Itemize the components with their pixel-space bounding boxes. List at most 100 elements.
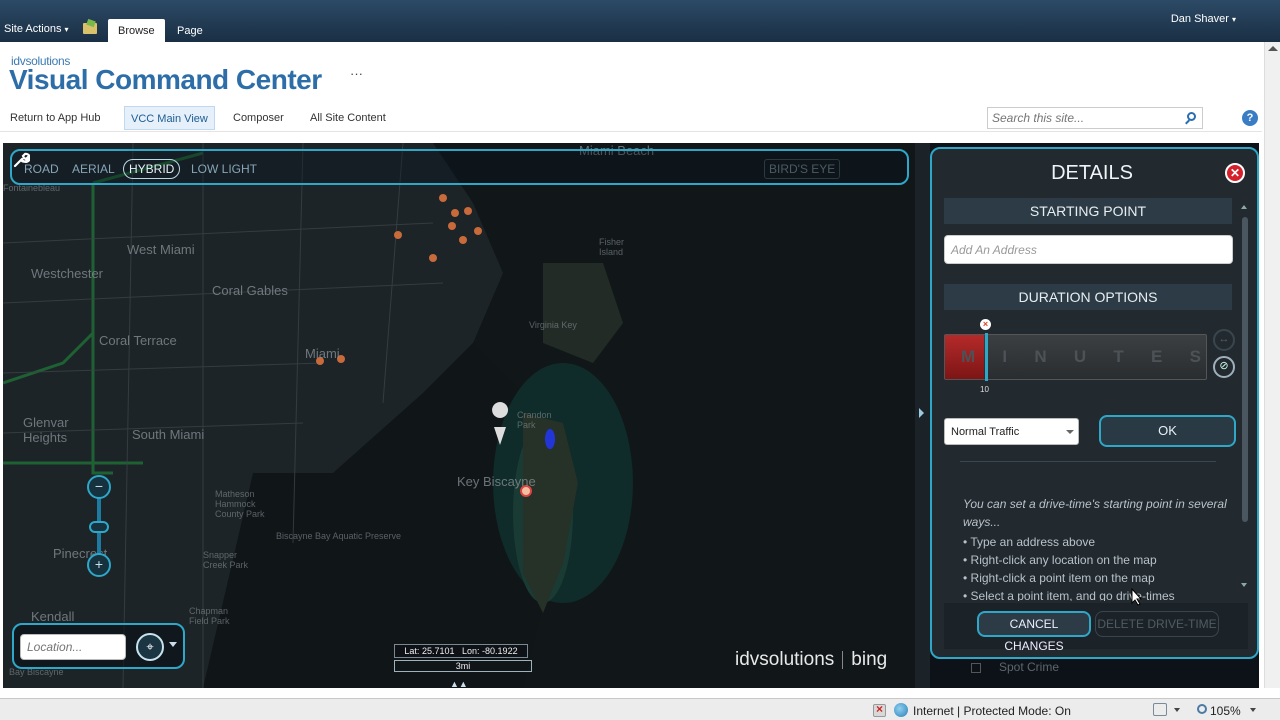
tab-page[interactable]: Page	[167, 19, 213, 42]
clear-icon[interactable]: ⊘	[1213, 356, 1235, 378]
zoom-slider-thumb[interactable]	[89, 521, 109, 533]
map-label: Miami	[305, 346, 340, 361]
slider-letter: I	[1002, 347, 1008, 366]
help-list: Type an address above Right-click any lo…	[963, 533, 1233, 601]
site-header: idvsolutions Visual Command Center ···	[0, 42, 1280, 104]
map-canvas[interactable]: Miami Beach West Miami Westchester Coral…	[3, 143, 915, 688]
zoom-in-button[interactable]: +	[87, 553, 111, 577]
list-item: Right-click any location on the map	[963, 551, 1233, 569]
map-label: Fisher Island	[599, 237, 625, 257]
slider-letter: U	[1073, 347, 1087, 366]
map-label: Coral Terrace	[99, 333, 177, 348]
more-menu[interactable]: ···	[350, 66, 363, 81]
delete-drive-time-button[interactable]: DELETE DRIVE-TIME	[1095, 611, 1219, 637]
chevron-right-icon[interactable]	[919, 408, 924, 418]
divider	[960, 461, 1216, 462]
site-actions-menu[interactable]: Site Actions ▾	[4, 23, 69, 35]
help-intro: You can set a drive-time's starting poin…	[963, 497, 1227, 529]
list-item: Spot Crime	[971, 660, 1059, 674]
user-menu[interactable]: Dan Shaver ▾	[1171, 13, 1236, 25]
locate-icon[interactable]: ⌖	[136, 633, 164, 661]
logo-divider	[842, 650, 844, 669]
expand-range-icon[interactable]: ↔	[1213, 329, 1235, 351]
map-mode-low-light[interactable]: LOW LIGHT	[187, 159, 261, 179]
traffic-select[interactable]: Normal Traffic	[944, 418, 1079, 445]
site-title[interactable]: Visual Command Center	[9, 64, 322, 96]
map-label: Chapman Field Park	[189, 606, 230, 626]
map-label: Key Biscayne	[457, 474, 536, 489]
search-icon[interactable]	[1187, 112, 1196, 121]
map-label: Glenvar Heights	[23, 415, 69, 445]
traffic-selected-value: Normal Traffic	[951, 426, 1020, 438]
scroll-up-icon[interactable]	[1268, 46, 1278, 51]
coordinate-readout: Lat: 25.7101 Lon: -80.1922 3mi	[394, 644, 532, 674]
security-zone[interactable]: Internet | Protected Mode: On	[913, 704, 1071, 718]
expand-up-icon[interactable]: ▲▲	[450, 679, 468, 688]
map-mode-aerial[interactable]: AERIAL	[68, 159, 119, 179]
help-text: You can set a drive-time's starting poin…	[963, 495, 1233, 601]
map-label: Kendall	[31, 609, 75, 624]
nav-composer[interactable]: Composer	[227, 106, 290, 130]
chevron-down-icon	[1066, 430, 1074, 434]
chevron-down-icon: ▾	[1231, 15, 1236, 24]
details-panel: DETAILS ✕ STARTING POINT Add An Address …	[930, 147, 1259, 659]
lon-label: Lon:	[462, 646, 480, 656]
map-label: South Miami	[132, 427, 205, 442]
lat-label: Lat:	[404, 646, 420, 656]
map-label: Westchester	[31, 266, 104, 281]
map-imagery	[3, 143, 633, 688]
location-input[interactable]	[20, 634, 126, 660]
zoom-out-button[interactable]: −	[87, 475, 111, 499]
lat-lon-readout: Lat: 25.7101 Lon: -80.1922	[394, 644, 528, 658]
map-label: West Miami	[127, 242, 195, 257]
search-input[interactable]	[988, 108, 1168, 128]
chevron-down-icon[interactable]	[1250, 708, 1256, 712]
tab-browse[interactable]: Browse	[108, 19, 165, 42]
lon-value: -80.1922	[482, 646, 518, 656]
map-mode-birds-eye[interactable]: BIRD'S EYE	[764, 159, 841, 179]
vcc-app: Miami Beach West Miami Westchester Coral…	[3, 143, 1259, 688]
ok-button[interactable]: OK	[1099, 415, 1236, 447]
cancel-changes-button[interactable]: CANCEL CHANGES	[977, 611, 1091, 653]
chevron-down-icon[interactable]	[1174, 708, 1180, 712]
scroll-up-icon[interactable]	[1241, 205, 1247, 209]
map-label: Crandon Park	[517, 410, 552, 430]
list-item: Type an address above	[963, 533, 1233, 551]
layer-checkbox[interactable]	[971, 662, 981, 673]
map-label: Virginia Key	[529, 320, 577, 330]
duration-slider[interactable]: M I N U T E S ×	[944, 319, 1207, 381]
section-starting-point: STARTING POINT	[944, 198, 1232, 224]
close-icon[interactable]: ✕	[1225, 163, 1245, 183]
blocked-content-icon[interactable]	[873, 702, 886, 717]
map-label: Matheson Hammock County Park	[215, 489, 265, 519]
page-scrollbar[interactable]	[1264, 42, 1280, 688]
bing-logo: bing	[851, 649, 888, 670]
site-actions-label: Site Actions	[4, 23, 62, 35]
help-icon[interactable]: ?	[1242, 110, 1258, 126]
navigate-up-icon[interactable]	[83, 23, 97, 34]
nav-return-to-app-hub[interactable]: Return to App Hub	[4, 106, 107, 130]
nav-vcc-main-view[interactable]: VCC Main View	[124, 106, 215, 130]
slider-letter: E	[1151, 347, 1163, 366]
tools-icon[interactable]	[1153, 703, 1167, 716]
remove-stop-icon[interactable]: ×	[980, 319, 991, 330]
chevron-down-icon[interactable]	[169, 642, 177, 647]
panel-splitter[interactable]	[915, 143, 930, 688]
zoom-icon[interactable]	[1197, 704, 1207, 714]
scrollbar-thumb[interactable]	[1242, 217, 1248, 522]
wrench-icon[interactable]	[12, 151, 30, 169]
map-label: Coral Gables	[212, 283, 288, 298]
lat-value: 25.7101	[421, 646, 455, 656]
panel-scrollbar[interactable]	[1239, 201, 1249, 591]
map-mode-hybrid[interactable]: HYBRID	[123, 159, 181, 179]
slider-watermark: MINUTES	[961, 347, 1201, 367]
zoom-level[interactable]: 105%	[1210, 704, 1241, 718]
map-label: Biscayne Bay Aquatic Preserve	[276, 531, 402, 541]
nav-all-site-content[interactable]: All Site Content	[304, 106, 392, 130]
slider-letter: S	[1189, 347, 1201, 366]
address-input[interactable]: Add An Address	[944, 235, 1233, 264]
scroll-down-icon[interactable]	[1241, 583, 1247, 587]
chevron-down-icon: ▾	[64, 25, 69, 34]
idvsolutions-logo: idvsolutions	[735, 649, 835, 670]
duration-handle[interactable]	[985, 333, 988, 381]
